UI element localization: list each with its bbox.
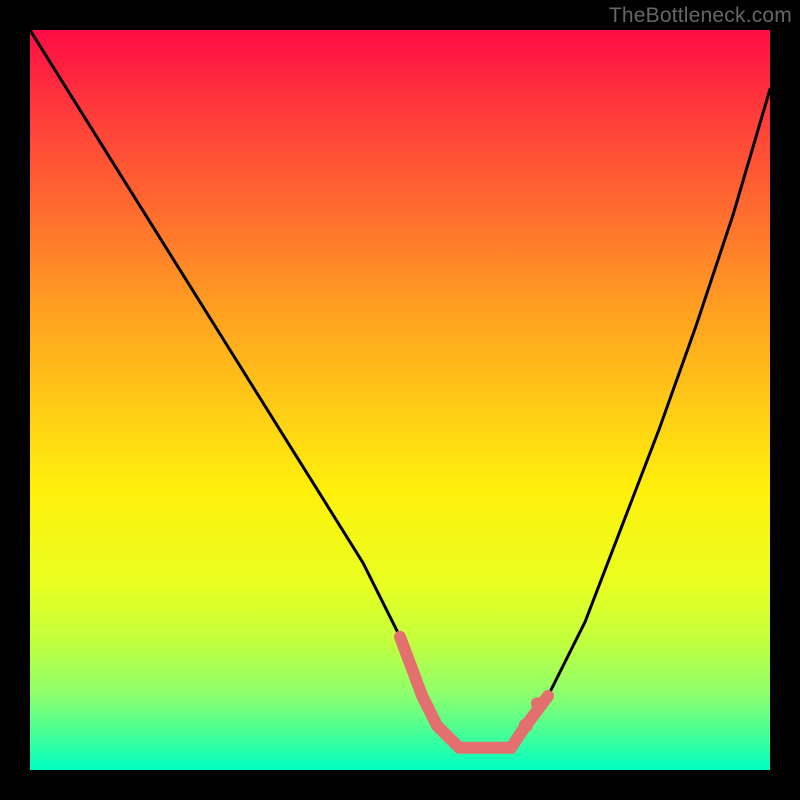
chart-panel [30, 30, 770, 770]
bottleneck-curve [30, 30, 770, 770]
watermark-text: TheBottleneck.com [609, 4, 792, 28]
